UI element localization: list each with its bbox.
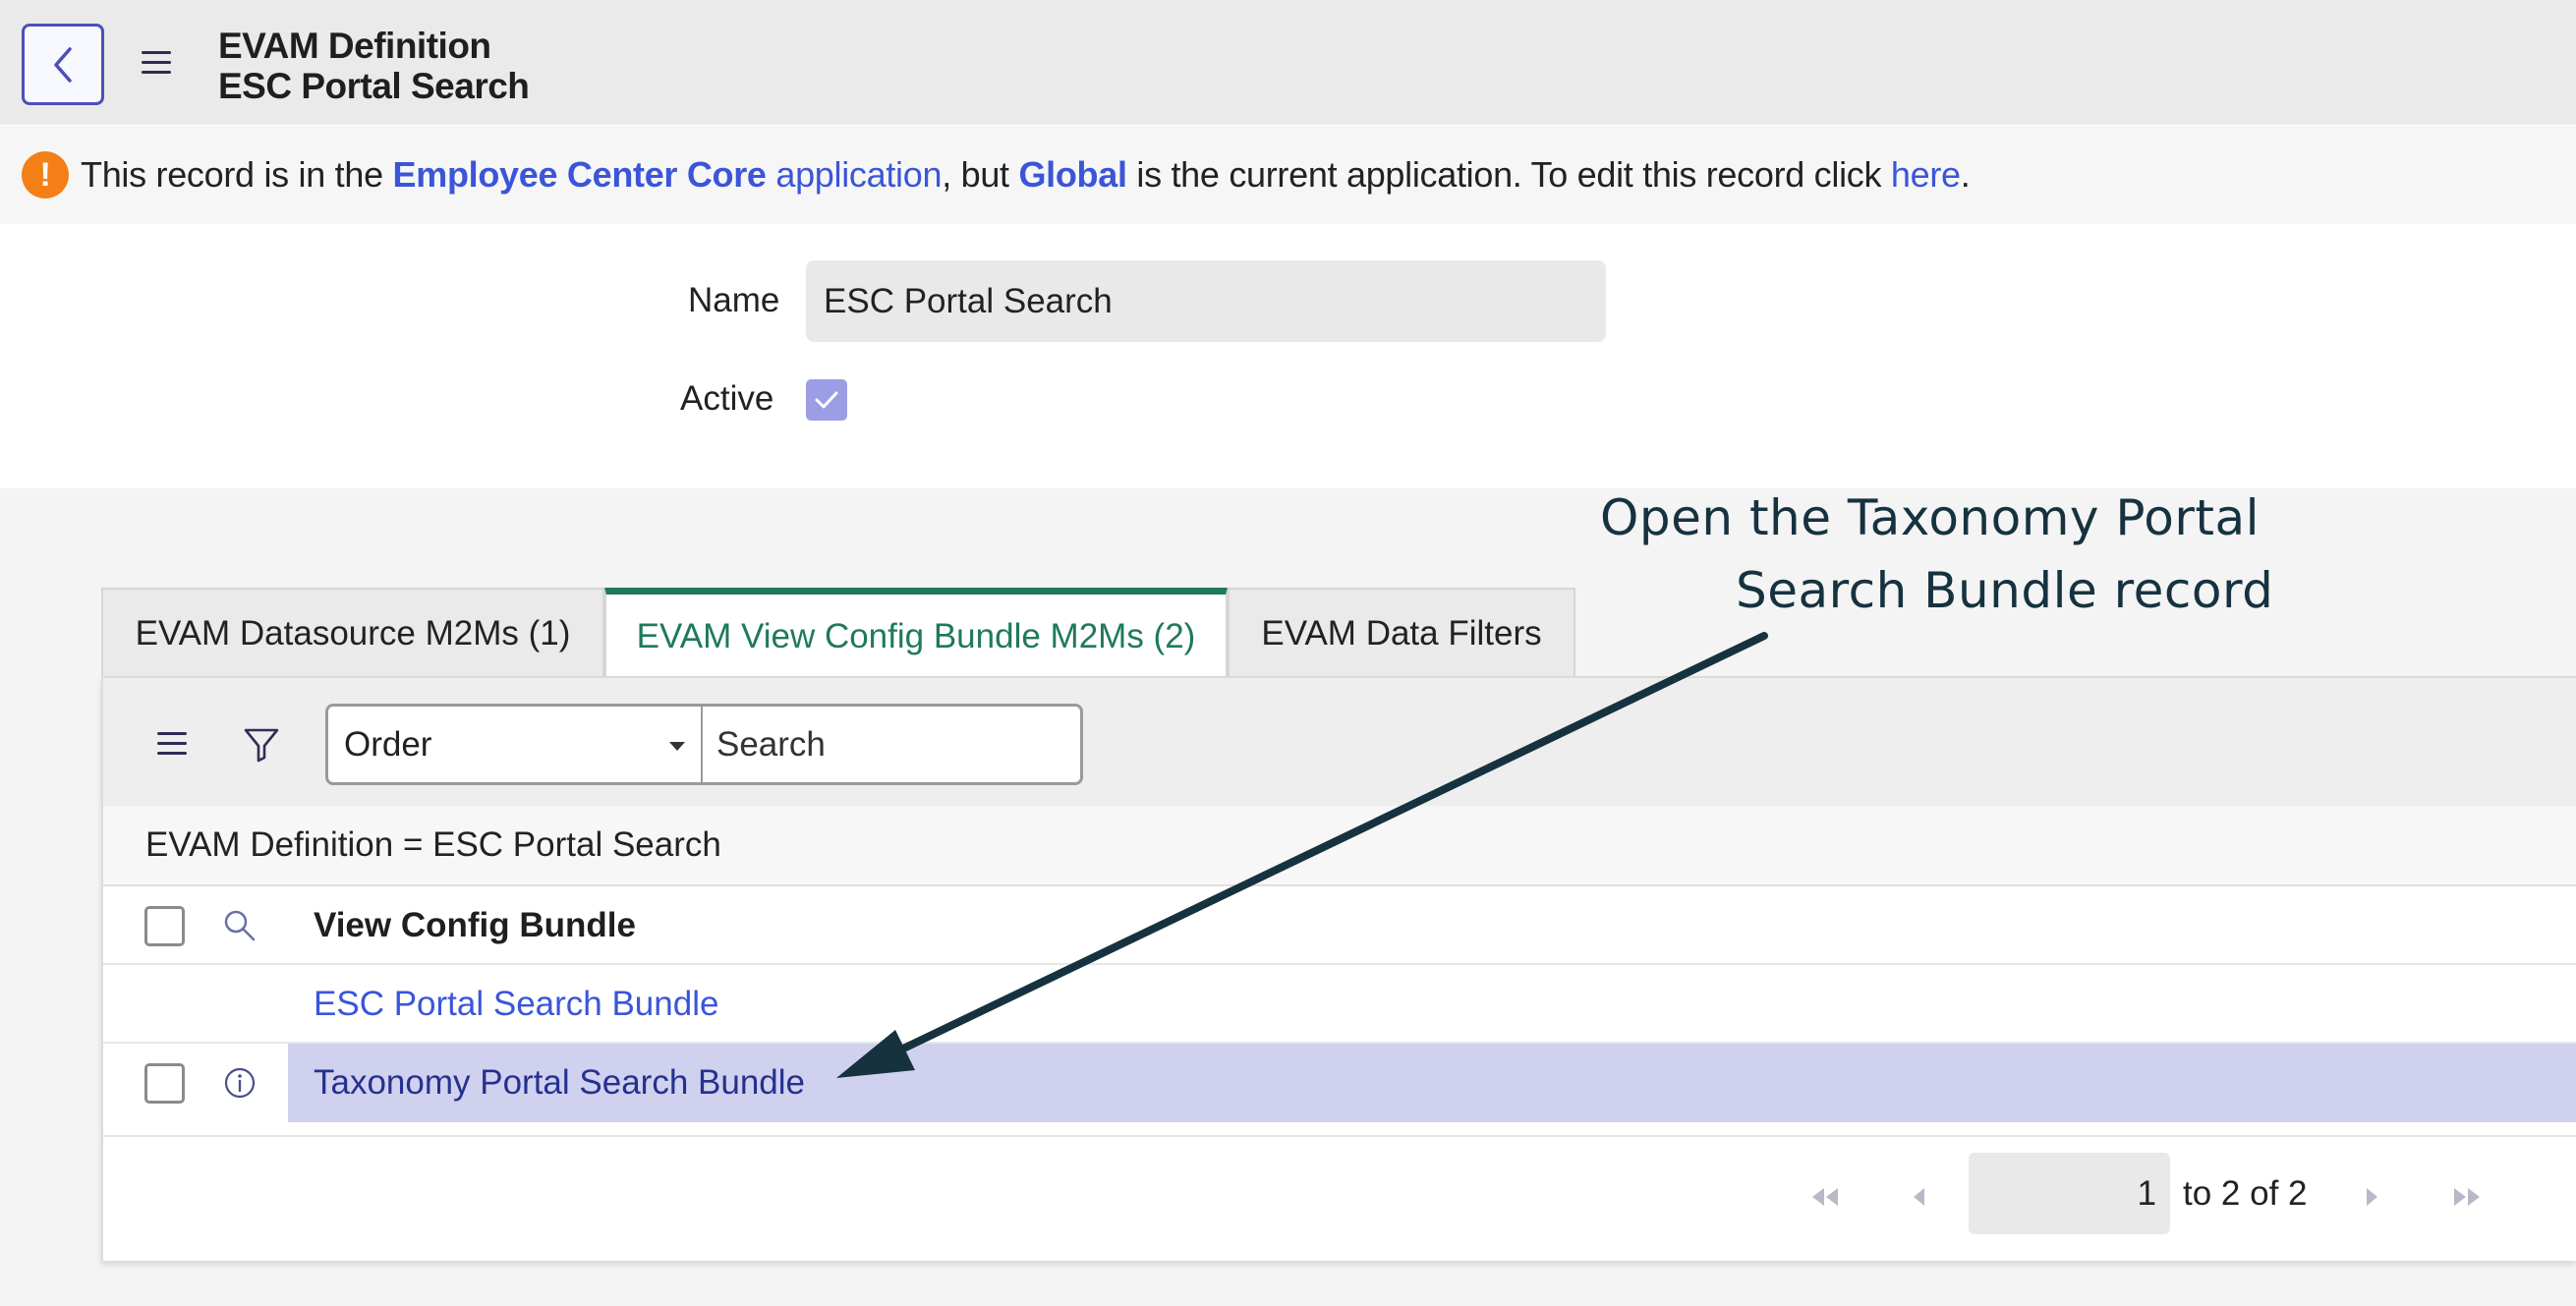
select-value: Order [344,724,432,764]
notice-period: . [1960,154,1971,195]
record-header: EVAM Definition ESC Portal Search [0,0,2576,125]
global-link[interactable]: Global [1018,154,1127,196]
search-input[interactable]: Search [701,704,1083,785]
list-toolbar: Order Search [103,678,2576,806]
column-header-view-config-bundle[interactable]: View Config Bundle [314,886,636,965]
employee-center-core-link[interactable]: Employee Center Core [393,154,767,196]
search-icon[interactable] [222,908,258,948]
row-checkbox[interactable] [144,1063,185,1104]
pagination: 1 to 2 of 2 [103,1135,2576,1263]
info-icon[interactable] [222,1065,258,1106]
row-link-taxonomy-portal-search-bundle[interactable]: Taxonomy Portal Search Bundle [314,1044,805,1122]
filter-breadcrumb[interactable]: EVAM Definition = ESC Portal Search [103,806,2576,886]
notice-text-3: is the current application. To edit this… [1136,154,1882,195]
table-row-highlighted: Taxonomy Portal Search Bundle [103,1044,2576,1122]
next-page-icon[interactable] [2362,1186,2381,1213]
application-scope-notice: ! This record is in the Employee Center … [0,126,2576,224]
row-link-esc-portal-search-bundle[interactable]: ESC Portal Search Bundle [314,965,718,1044]
tab-evam-view-config-bundle-m2ms[interactable]: EVAM View Config Bundle M2Ms (2) [604,588,1228,678]
caret-down-icon [669,742,685,751]
page-title: EVAM Definition ESC Portal Search [218,26,530,106]
here-link[interactable]: here [1891,154,1961,196]
exclamation-icon: ! [22,151,69,199]
application-link[interactable]: application [775,154,942,196]
page-range-text: to 2 of 2 [2183,1173,2308,1213]
checkmark-icon [815,391,838,409]
notice-text-2: , but [942,154,1009,195]
filter-icon[interactable] [243,727,280,767]
chevron-left-icon [54,46,72,83]
name-field[interactable]: ESC Portal Search [806,260,1606,342]
search-field-select[interactable]: Order [325,704,704,785]
last-page-icon[interactable] [2450,1186,2484,1213]
page-number-input[interactable]: 1 [1969,1153,2170,1234]
hamburger-icon[interactable] [142,51,171,75]
first-page-icon[interactable] [1808,1186,1842,1213]
back-button[interactable] [22,24,104,105]
related-list-panel: Order Search EVAM Definition = ESC Porta… [101,676,2576,1261]
annotation-line-2: Search Bundle record [1736,562,2274,619]
notice-text-1: This record is in the [81,154,383,195]
previous-page-icon[interactable] [1910,1186,1929,1213]
active-label: Active [680,379,774,418]
list-menu-icon[interactable] [157,732,187,756]
title-record-name: ESC Portal Search [218,66,530,106]
tab-evam-datasource-m2ms[interactable]: EVAM Datasource M2Ms (1) [101,588,604,678]
annotation-line-1: Open the Taxonomy Portal [1600,489,2261,546]
select-all-checkbox[interactable] [144,906,185,946]
column-header-row: View Config Bundle [103,886,2576,965]
title-table-name: EVAM Definition [218,26,491,66]
table-row: ESC Portal Search Bundle [103,965,2576,1044]
name-label: Name [688,281,780,319]
tab-evam-data-filters[interactable]: EVAM Data Filters [1228,588,1575,678]
active-checkbox[interactable] [806,379,847,421]
